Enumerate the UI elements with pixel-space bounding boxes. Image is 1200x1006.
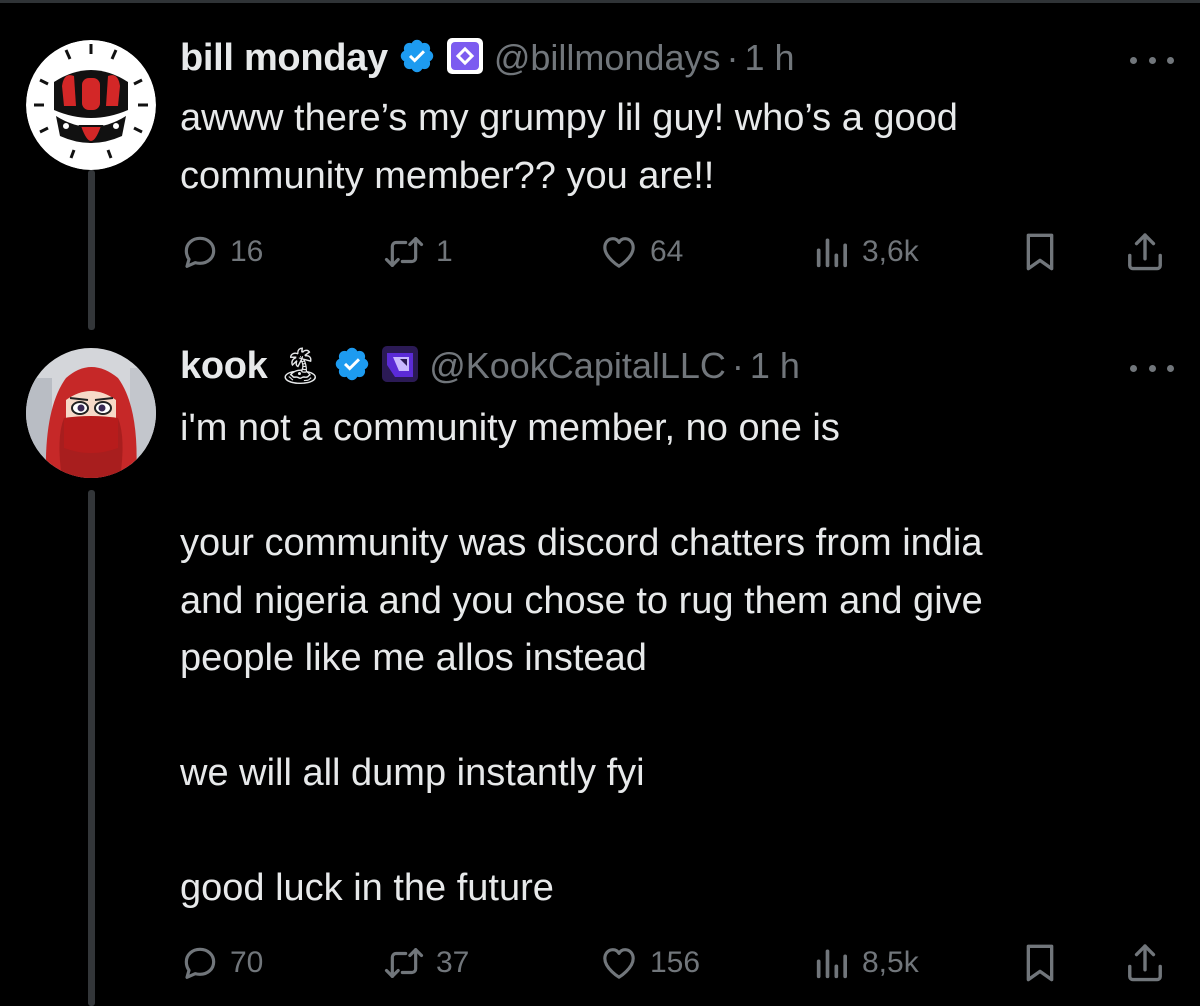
views-icon [816,238,847,268]
more-icon[interactable] [1130,50,1174,70]
views-button[interactable]: 3,6k [812,230,919,274]
repost-button[interactable]: 1 [382,230,453,274]
tweet-text-line: people like me allos instead [180,637,647,679]
tweet-text: i'm not a community member, no one is yo… [180,400,983,918]
tweet-text-line: we will all dump instantly fyi [180,752,645,794]
repost-count: 1 [436,235,453,268]
repost-count: 37 [436,946,470,979]
share-icon [1128,233,1162,271]
verified-icon [333,345,371,388]
like-count: 64 [650,235,684,268]
share-button[interactable] [1124,941,1166,985]
tweet-text-line: i'm not a community member, no one is [180,407,840,449]
user-handle[interactable]: @billmondays [494,37,721,79]
share-icon [1128,944,1162,982]
user-handle[interactable]: @KookCapitalLLC [429,345,726,387]
timestamp[interactable]: 1 h [744,37,794,79]
tweet-kook[interactable]: kook 🏝 @KookCapitalLLC · 1 h i'm not a c… [180,345,1170,986]
like-icon [603,948,635,979]
views-icon [816,949,847,979]
tweet-text-line: and nigeria and you chose to rug them an… [180,579,983,622]
timestamp[interactable]: 1 h [750,345,800,387]
share-button[interactable] [1124,230,1166,274]
display-name[interactable]: bill monday [180,37,388,80]
reply-count: 70 [230,946,264,979]
hijab-avatar-icon [26,348,156,478]
views-count: 3,6k [862,235,919,268]
like-button[interactable]: 156 [598,941,700,985]
like-icon [603,237,635,268]
tweet-text-line [180,803,983,861]
top-divider [0,0,1200,3]
tweet-header: bill monday @billmondays · 1 h [180,37,795,80]
repost-icon [384,948,424,978]
like-button[interactable]: 64 [598,230,683,274]
bookmark-icon [1026,233,1054,271]
separator-dot: · [726,37,739,78]
display-name[interactable]: kook [180,345,268,388]
bookmark-button[interactable] [1020,941,1060,985]
reply-count: 16 [230,235,264,268]
avatar-kook[interactable] [26,348,156,478]
tweet-text: awww there’s my grumpy lil guy! who’s a … [180,90,958,205]
reply-button[interactable]: 16 [180,230,263,274]
thread-connector [88,490,95,1006]
avatar-bill-monday[interactable] [26,40,156,170]
repost-icon [384,237,424,267]
tweet-text-line: community member?? you are!! [180,154,715,197]
separator-dot: · [731,345,744,386]
tweet-actions: 16 1 64 3,6k [180,230,1170,274]
bookmark-button[interactable] [1020,230,1060,274]
reply-icon [184,236,216,268]
mask-avatar-icon [26,40,156,170]
views-count: 8,5k [862,946,919,979]
reply-icon [184,947,216,979]
views-button[interactable]: 8,5k [812,941,919,985]
more-icon[interactable] [1130,358,1174,378]
thread-connector [88,170,95,330]
like-count: 156 [650,946,701,979]
reply-button[interactable]: 70 [180,941,263,985]
tweet-header: kook 🏝 @KookCapitalLLC · 1 h [180,345,800,388]
tweet-text-line: awww there’s my grumpy lil guy! who’s a … [180,97,958,139]
affiliate-badge-icon[interactable] [446,37,484,80]
tweet-text-line [180,458,983,516]
bookmark-icon [1026,944,1054,982]
island-emoji: 🏝 [277,345,324,386]
repost-button[interactable]: 37 [382,941,469,985]
affiliate-badge-icon[interactable] [381,345,419,388]
tweet-text-line [180,688,983,746]
tweet-text-line: your community was discord chatters from… [180,522,983,564]
tweet-text-line: good luck in the future [180,867,554,909]
verified-icon [398,37,436,80]
tweet-actions: 70 37 156 8,5k [180,941,1170,985]
tweet-bill-monday[interactable]: bill monday @billmondays · 1 h awww ther… [180,37,1170,288]
